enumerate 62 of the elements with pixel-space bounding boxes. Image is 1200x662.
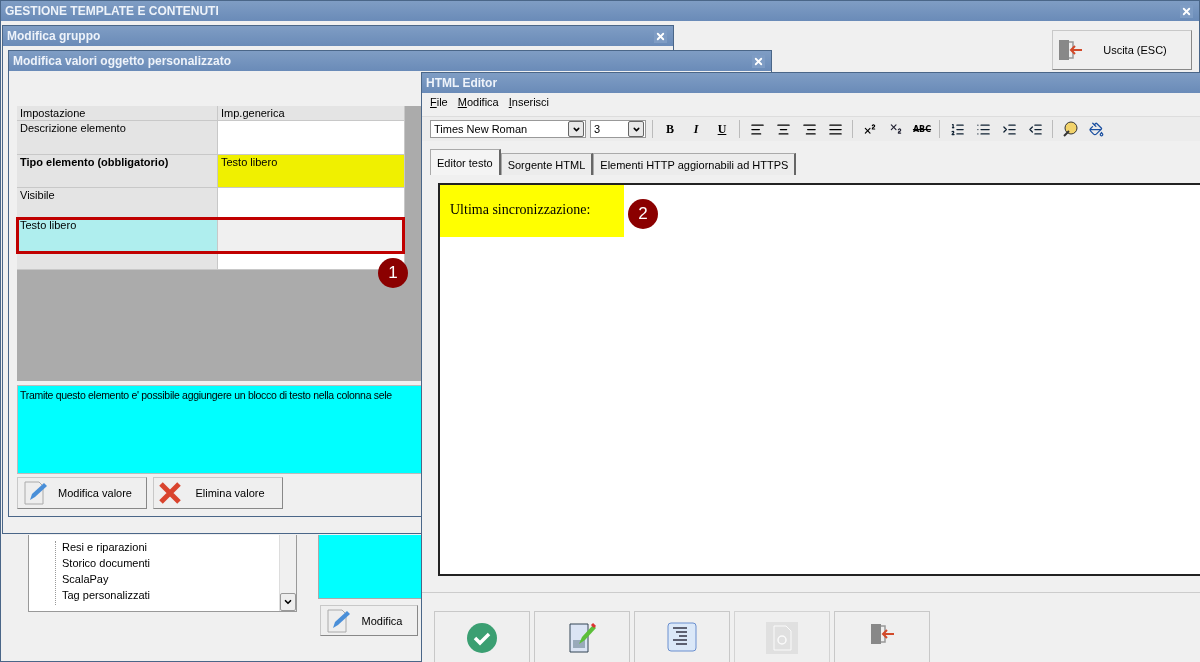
tree-item[interactable]: Resi e riparazioni (62, 541, 151, 557)
setting-cell[interactable]: Descrizione elemento (17, 121, 218, 155)
editor-tab[interactable]: Editor testo (430, 149, 501, 176)
edit-value-button[interactable]: Modifica valore (17, 477, 147, 509)
align-icon (801, 121, 817, 137)
format-button[interactable]: I (685, 119, 707, 140)
edit-document-icon (567, 622, 597, 654)
delete-button[interactable]: Elimina valore (153, 477, 283, 509)
setting-cell[interactable]: Tipo elemento (obbligatorio) (17, 155, 218, 188)
check-circle-icon (466, 622, 498, 654)
tree-item[interactable]: Tag personalizzati (62, 589, 155, 605)
editor-text: Ultima sincronizzazione: (440, 185, 624, 238)
delete-icon (158, 482, 182, 504)
bullet-list-icon (975, 121, 991, 137)
setting-cell[interactable]: Visibile (17, 188, 218, 218)
menu-item[interactable]: File (430, 96, 448, 108)
align-icon (827, 121, 843, 137)
action-button[interactable] (834, 611, 930, 662)
exit-door-icon (869, 622, 895, 646)
window-title: Modifica gruppo (7, 29, 101, 43)
exit-button[interactable]: Uscita (ESC) (1052, 30, 1192, 70)
numbered-list-icon (949, 121, 965, 137)
outline-list-icon (667, 622, 697, 652)
subscript-icon (889, 122, 903, 137)
window-title: Modifica valori oggetto personalizzato (13, 54, 232, 68)
format-button[interactable]: U (711, 119, 733, 140)
spellcheck-button[interactable]: ABC (911, 119, 933, 140)
action-button[interactable] (634, 611, 730, 662)
format-button[interactable]: B (659, 119, 681, 140)
close-button[interactable] (654, 29, 667, 43)
window-title: HTML Editor (426, 76, 498, 90)
tree-item[interactable]: Storico documenti (62, 557, 155, 573)
value-cell[interactable]: Testo libero (218, 155, 405, 188)
paint-bucket-icon (1088, 121, 1104, 137)
exit-door-icon (1057, 38, 1083, 62)
font-select[interactable]: Times New Roman (430, 120, 586, 139)
outdent-icon (1027, 121, 1043, 137)
close-button[interactable] (752, 54, 765, 68)
menu-item[interactable]: Modifica (457, 96, 499, 108)
description-text: Tramite questo elemento e' possibile aggiungere un blocco di testo nella colonna sele (20, 389, 392, 401)
close-button[interactable] (1180, 4, 1193, 18)
menu-item[interactable]: Inserisci (508, 96, 550, 108)
action-button[interactable] (434, 611, 530, 662)
align-icon (749, 121, 765, 137)
scroll-down-button[interactable] (280, 593, 296, 611)
column-header: Impostazione (17, 106, 218, 121)
value-cell[interactable] (218, 188, 405, 218)
value-cell[interactable] (218, 121, 405, 155)
window-title: GESTIONE TEMPLATE E CONTENUTI (5, 4, 219, 18)
chevron-down-icon (283, 597, 293, 607)
edit-document-icon (325, 607, 351, 634)
tree-item[interactable]: ScalaPay (62, 573, 113, 589)
edit-button[interactable]: Modifica (320, 605, 418, 636)
size-select[interactable]: 3 (590, 120, 646, 139)
editor-tab[interactable]: Sorgente HTML (500, 153, 594, 176)
editor-tab[interactable]: Elementi HTTP aggiornabili ad HTTPS (593, 153, 797, 176)
column-header: Imp.generica (218, 106, 405, 121)
indent-icon (1001, 121, 1017, 137)
superscript-icon (863, 122, 877, 137)
align-icon (775, 121, 791, 137)
callout-badge: 2 (628, 199, 658, 230)
edit-document-icon (22, 480, 48, 506)
